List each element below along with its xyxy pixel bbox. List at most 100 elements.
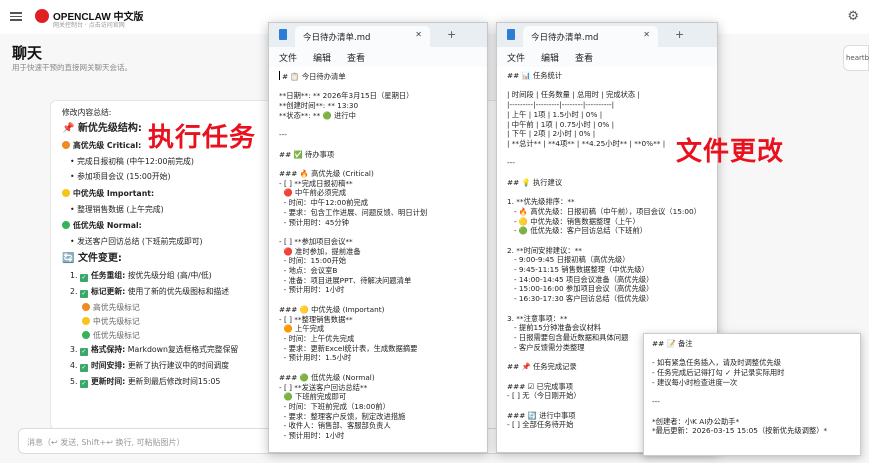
- text-line: - 🟡 中优先级：销售数据整理（上午）: [507, 216, 640, 226]
- change-item: 3. ✓ 格式保持: Markdown复选框格式完整保留: [70, 345, 239, 357]
- text-line: - 建议每小时检查进度一次: [652, 377, 738, 387]
- text-line: 1. **优先级排序：**: [507, 197, 575, 207]
- change-item: 1. ✓ 任务重组: 按优先级分组 (高/中/低): [70, 271, 212, 282]
- text-line: - 9:45-11:15 销售数据整理（中优先级）: [507, 265, 649, 275]
- pin-icon: 📌: [62, 123, 75, 135]
- text-line: ## ✅ 待办事项: [279, 149, 335, 159]
- new-tab-icon[interactable]: +: [447, 28, 456, 41]
- text-line: | 中午前 | 1项 | 0.75小时 | 0% |: [507, 119, 615, 129]
- menu-view[interactable]: 查看: [347, 51, 365, 64]
- sub-item: 低优先级标记: [82, 331, 272, 341]
- list-item: • 整理销售数据 (上午完成): [70, 204, 164, 214]
- check-icon: ✓: [79, 348, 88, 357]
- text-line: 🔴 准时参加，提前准备: [279, 246, 361, 256]
- notepad-icon: [279, 29, 287, 40]
- notes-panel[interactable]: ## 📝 备注 - 如有紧急任务插入，请及时调整优先级 - 任务完成后记得打勾 ✓…: [643, 333, 861, 456]
- tab-bar: 今日待办清单.md ✕ +: [269, 23, 487, 47]
- text-line: - 时间：15:00开始: [279, 256, 347, 266]
- menu-file[interactable]: 文件: [507, 51, 525, 64]
- text-line: - 时间：上午优先完成: [279, 333, 355, 343]
- fire-icon: [62, 141, 70, 150]
- change-item: 5. ✓ 更新时间: 更新到最后修改时间15:05: [70, 377, 221, 389]
- gear-icon[interactable]: ⚙: [847, 9, 859, 24]
- check-icon: ✓: [79, 364, 88, 373]
- overlay-caption-execute: 执行任务: [148, 123, 257, 153]
- text-line: - 时间：下班前完成（18:00前）: [279, 401, 390, 411]
- menu-view[interactable]: 查看: [575, 51, 593, 64]
- text-line: **创建时间**: ** 13:30: [279, 101, 359, 111]
- text-line: 2. **时间安排建议：**: [507, 245, 582, 255]
- text-line: - 预计用时：1小时: [279, 431, 345, 441]
- text-line: - 预计用时：1.5小时: [279, 353, 352, 363]
- menu-edit[interactable]: 编辑: [541, 51, 559, 64]
- green-circle-icon: [62, 220, 70, 229]
- text-line: [507, 304, 707, 314]
- file-tab[interactable]: 今日待办清单.md ✕: [523, 26, 658, 47]
- text-line: - 要求：整理客户反馈，制定改进措施: [279, 411, 406, 421]
- check-icon: ✓: [79, 290, 88, 298]
- text-line: [279, 227, 477, 237]
- text-line: [507, 236, 707, 246]
- text-line: | 时间段 | 任务数量 | 总用时 | 完成状态 |: [507, 90, 641, 100]
- text-line: ### 🔥 高优先级 (Critical): [279, 169, 374, 179]
- text-line: **日期**: ** 2026年3月15日（星期日）: [279, 91, 414, 101]
- text-line: [507, 81, 707, 91]
- text-line: [279, 295, 477, 305]
- text-line: [279, 82, 477, 92]
- session-pill[interactable]: heartb: [843, 45, 869, 71]
- text-line: - 要求：包含工作进展、问题反馈、明日计划: [279, 207, 428, 217]
- text-line: - [ ] **完成日报初稿**: [279, 178, 353, 188]
- text-line: - 预计用时：45分钟: [279, 217, 349, 227]
- refresh-icon: 🔄: [62, 253, 75, 264]
- text-line: *创建者：小K AI办公助手*: [652, 416, 740, 426]
- notepad-window-left: 今日待办清单.md ✕ + 文件 编辑 查看 # 📋 今日待办清单 **日期**:…: [268, 22, 488, 453]
- mid-priority-label: 中优先级 Important:: [62, 188, 272, 199]
- text-line: - 15:00-16:00 参加项目会议（高优先级）: [507, 284, 654, 294]
- text-line: [279, 121, 477, 131]
- low-priority-label: 低优先级 Normal:: [62, 220, 272, 231]
- text-line: - 预计用时：1小时: [279, 285, 345, 295]
- close-icon[interactable]: ✕: [643, 30, 650, 39]
- menu-bar: 文件 编辑 查看: [269, 47, 487, 67]
- text-line: - [ ] **整理销售数据**: [279, 314, 353, 324]
- text-line: - 如有紧急任务插入，请及时调整优先级: [652, 358, 781, 368]
- text-line: ## 💡 执行建议: [507, 177, 563, 187]
- text-line: - 时间：中午12:00前完成: [279, 198, 368, 208]
- sub-item: 中优先级标记: [82, 317, 272, 327]
- close-icon[interactable]: ✕: [415, 30, 422, 39]
- menu-edit[interactable]: 编辑: [313, 51, 331, 64]
- brand-subtitle[interactable]: 网关控制台 · 点击访问官网: [53, 20, 125, 29]
- change-item: 2. ✓ 标记更新: 使用了新的优先级图标和描述: [70, 287, 230, 298]
- text-line: - 任务完成后记得打勾 ✓ 并记录实际用时: [652, 368, 785, 378]
- text-line: 🟠 上午完成: [279, 324, 325, 334]
- text-line: [279, 140, 477, 150]
- text-editor[interactable]: # 📋 今日待办清单 **日期**: ** 2026年3月15日（星期日） **创…: [269, 67, 487, 452]
- text-line: - 地点：会议室B: [279, 266, 338, 276]
- notepad-icon: [507, 29, 515, 40]
- text-line: - [ ] **参加项目会议**: [279, 236, 353, 246]
- text-line: [507, 168, 707, 178]
- text-line: ## 📝 备注: [652, 339, 693, 348]
- text-line: ### 🟡 中优先级 (Important): [279, 304, 385, 314]
- tab-bar: 今日待办清单.md ✕ +: [497, 23, 717, 47]
- new-tab-icon[interactable]: +: [675, 28, 684, 41]
- lobster-logo: [35, 9, 49, 23]
- text-line: **状态**: ** 🟢 进行中: [279, 110, 356, 120]
- fire-icon: [82, 303, 90, 311]
- text-line: [279, 363, 477, 373]
- text-line: 🟢 下班前完成即可: [279, 392, 347, 402]
- text-line: ### 🟢 低优先级 (Normal): [279, 372, 375, 382]
- file-tab[interactable]: 今日待办清单.md ✕: [295, 26, 430, 47]
- text-line: |---------|---------|--------|----------…: [507, 100, 615, 110]
- list-item: • 发送客户回访总结 (下班前完成即可): [70, 236, 203, 246]
- yellow-circle-icon: [62, 188, 70, 197]
- menu-file[interactable]: 文件: [279, 51, 297, 64]
- changes-heading: 🔄 文件变更:: [62, 253, 122, 264]
- text-line: - 要求：更新Excel统计表，生成数据摘要: [279, 343, 418, 353]
- text-cursor: [279, 71, 280, 80]
- hamburger-icon[interactable]: [10, 10, 22, 22]
- text-line: - 14:00-14:45 项目会议准备（高优先级）: [507, 274, 654, 284]
- list-item: • 完成日报初稿 (中午12:00前完成): [70, 157, 194, 167]
- text-line: - 提前15分钟准备会议材料: [507, 323, 602, 333]
- sub-item: 高优先级标记: [82, 303, 272, 313]
